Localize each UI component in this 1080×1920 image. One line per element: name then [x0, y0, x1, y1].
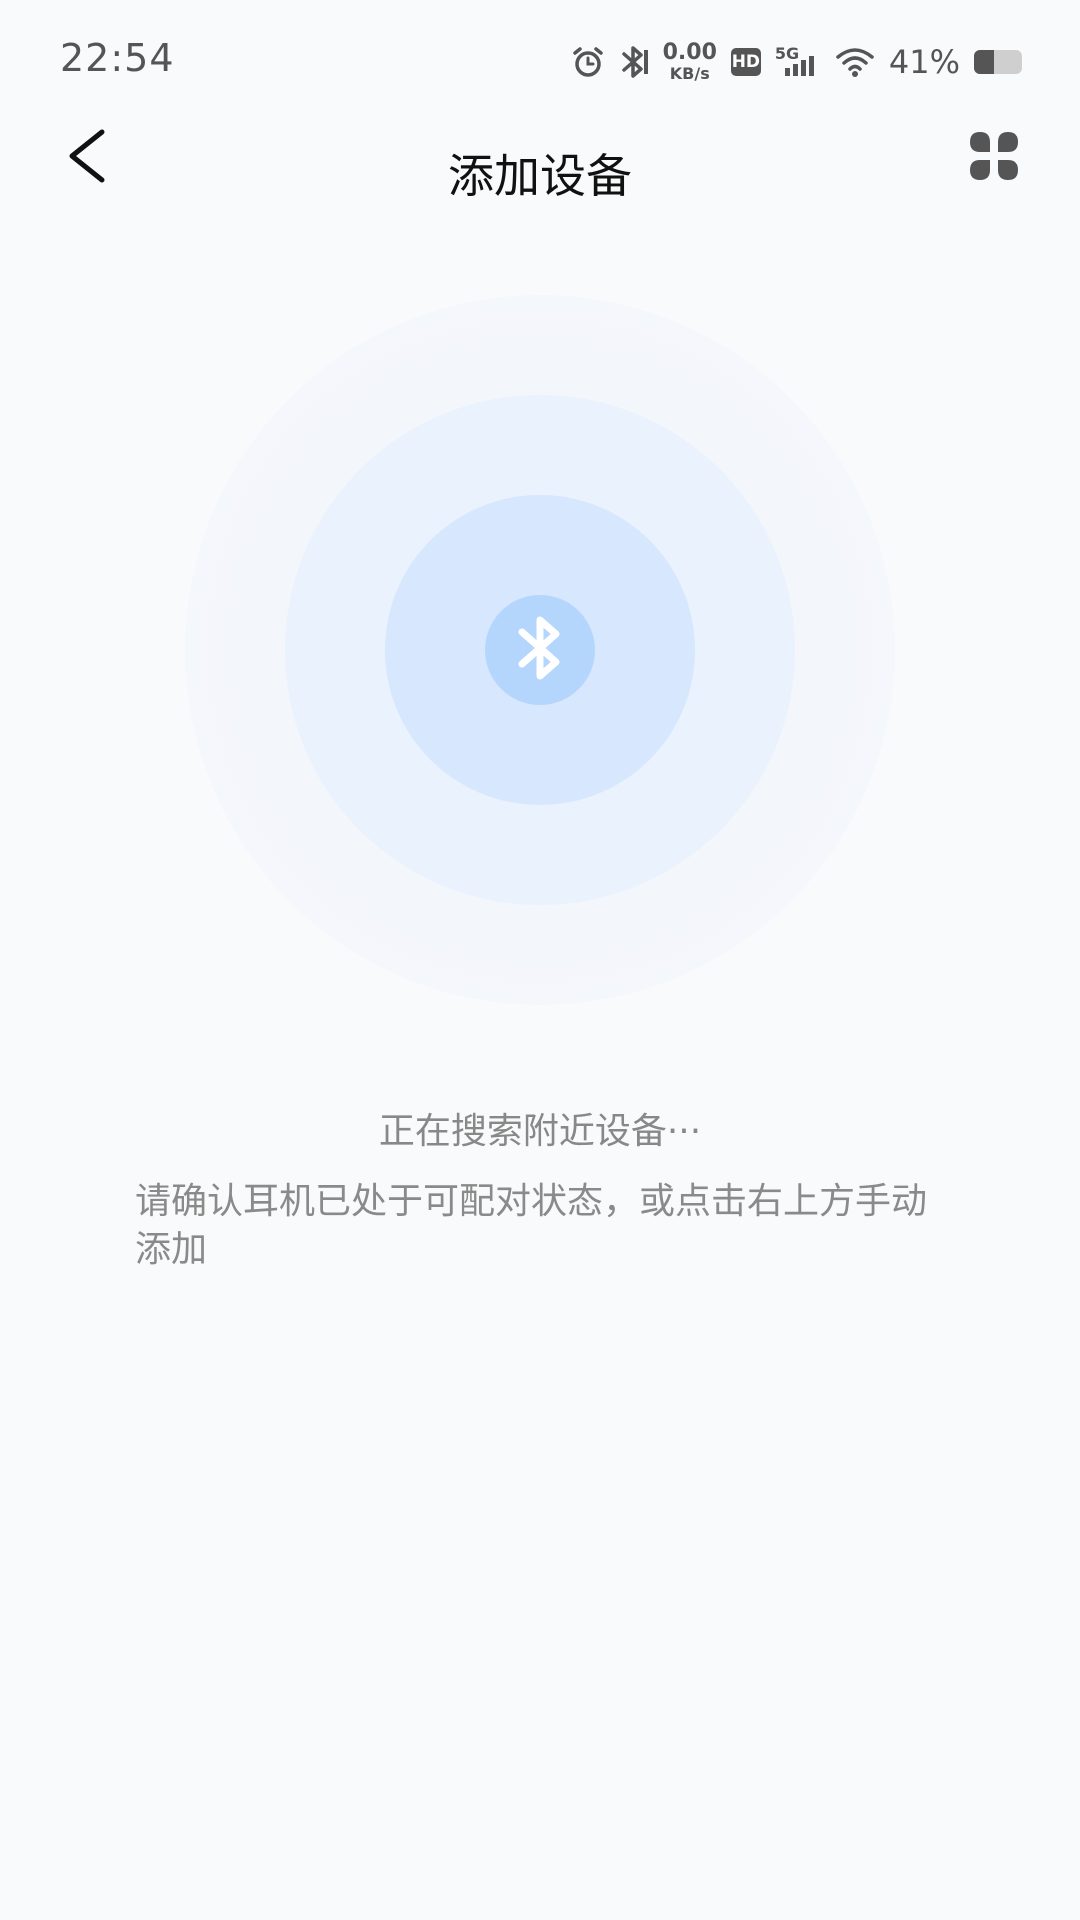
battery-icon	[974, 50, 1022, 74]
status-bar: 22:54 0.00 KB/s HD 5G 41%	[0, 0, 1080, 120]
speed-unit: KB/s	[669, 64, 710, 83]
bluetooth-icon	[619, 44, 649, 80]
page-title: 添加设备	[448, 149, 632, 203]
speed-value: 0.00	[662, 40, 717, 65]
status-time: 22:54	[60, 36, 175, 80]
radar-core	[485, 595, 595, 705]
hd-icon: HD	[730, 48, 761, 76]
manual-add-menu-button[interactable]	[964, 126, 1024, 186]
wifi-icon	[835, 45, 875, 79]
status-icons: 0.00 KB/s HD 5G 41%	[571, 40, 1022, 84]
add-device-screen: 22:54 0.00 KB/s HD 5G 41% 添加设备 正在搜索附近设备·…	[0, 0, 1080, 1920]
bluetooth-icon	[512, 610, 568, 690]
battery-fill	[974, 50, 994, 74]
alarm-icon	[571, 45, 605, 79]
battery-percent: 41%	[888, 43, 960, 81]
pairing-hint-text: 请确认耳机已处于可配对状态，或点击右上方手动添加	[135, 1181, 928, 1270]
searching-status-text: 正在搜索附近设备···	[378, 1111, 702, 1152]
signal-5g-icon: 5G	[775, 44, 821, 80]
four-dots-menu-icon	[964, 132, 1024, 190]
network-speed: 0.00 KB/s	[663, 42, 717, 82]
bluetooth-search-radar	[0, 290, 1080, 1010]
